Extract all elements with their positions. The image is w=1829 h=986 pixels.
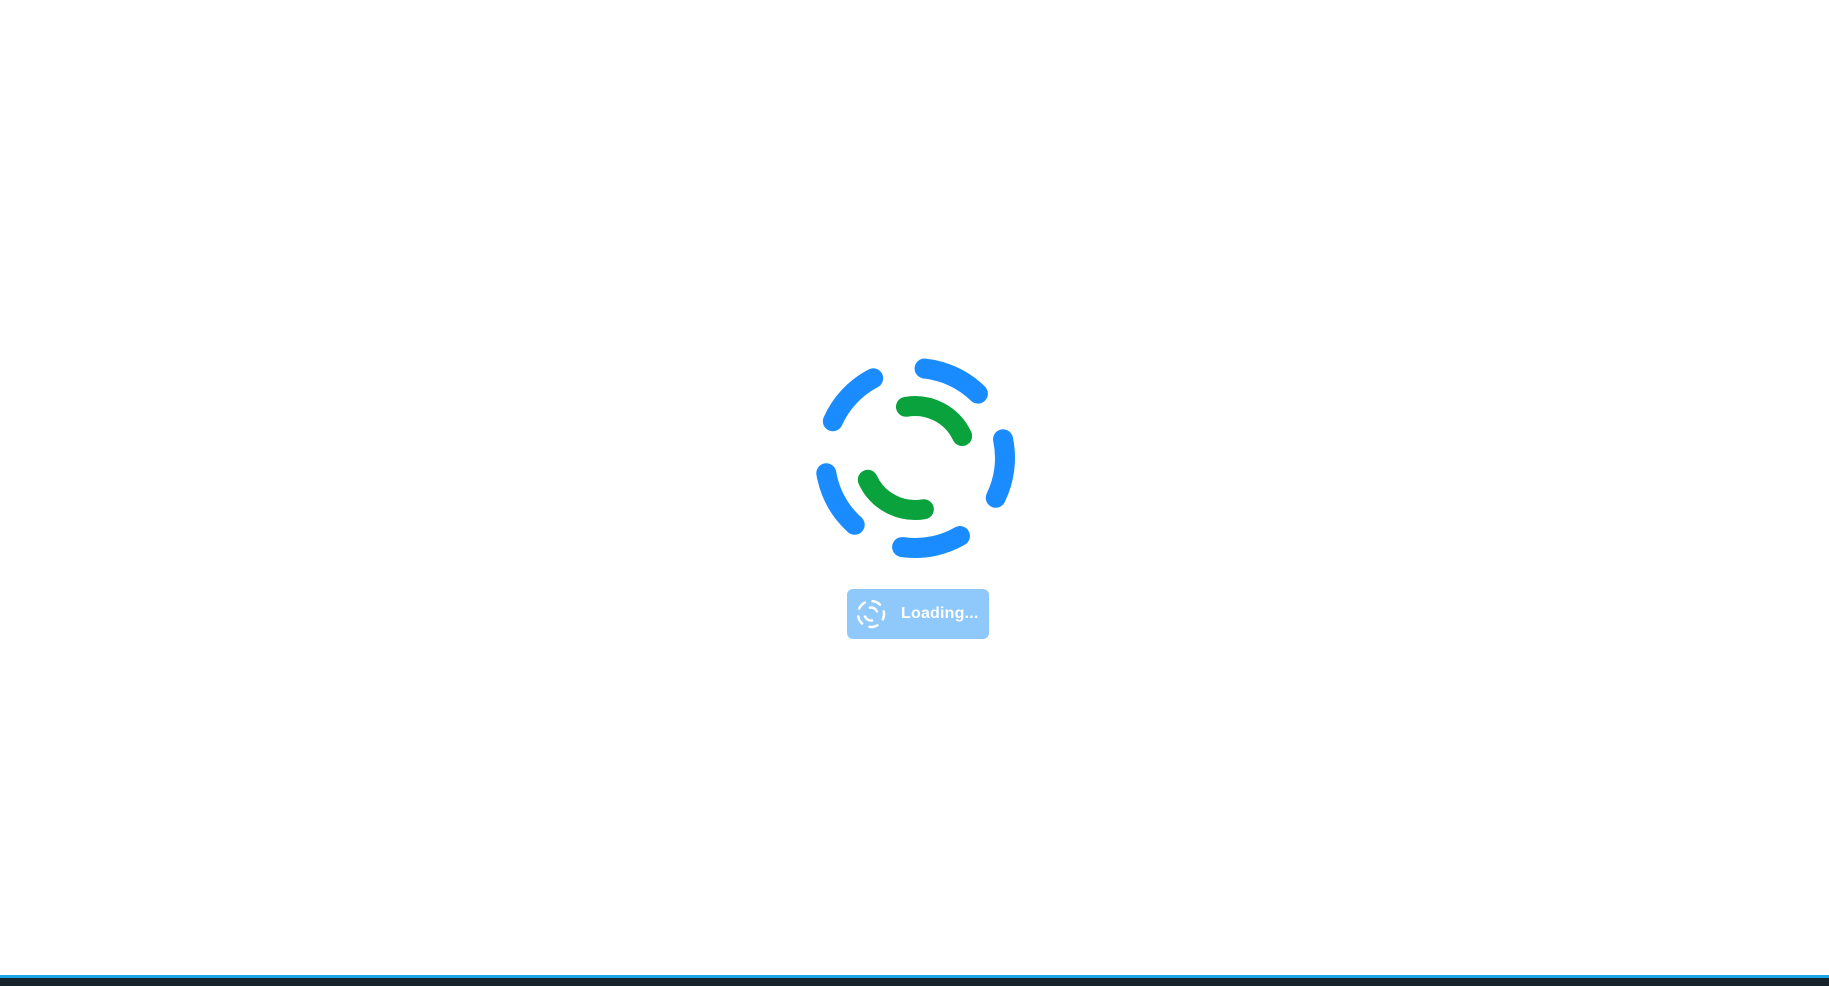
accent-line (0, 975, 1829, 978)
large-spinner-icon (815, 358, 1015, 558)
spinner-icon (856, 599, 886, 629)
bottom-taskbar-strip (0, 975, 1829, 986)
loading-button[interactable]: Loading... (847, 589, 989, 639)
loading-screen: Loading... (0, 0, 1829, 986)
loading-label: Loading... (901, 605, 979, 622)
